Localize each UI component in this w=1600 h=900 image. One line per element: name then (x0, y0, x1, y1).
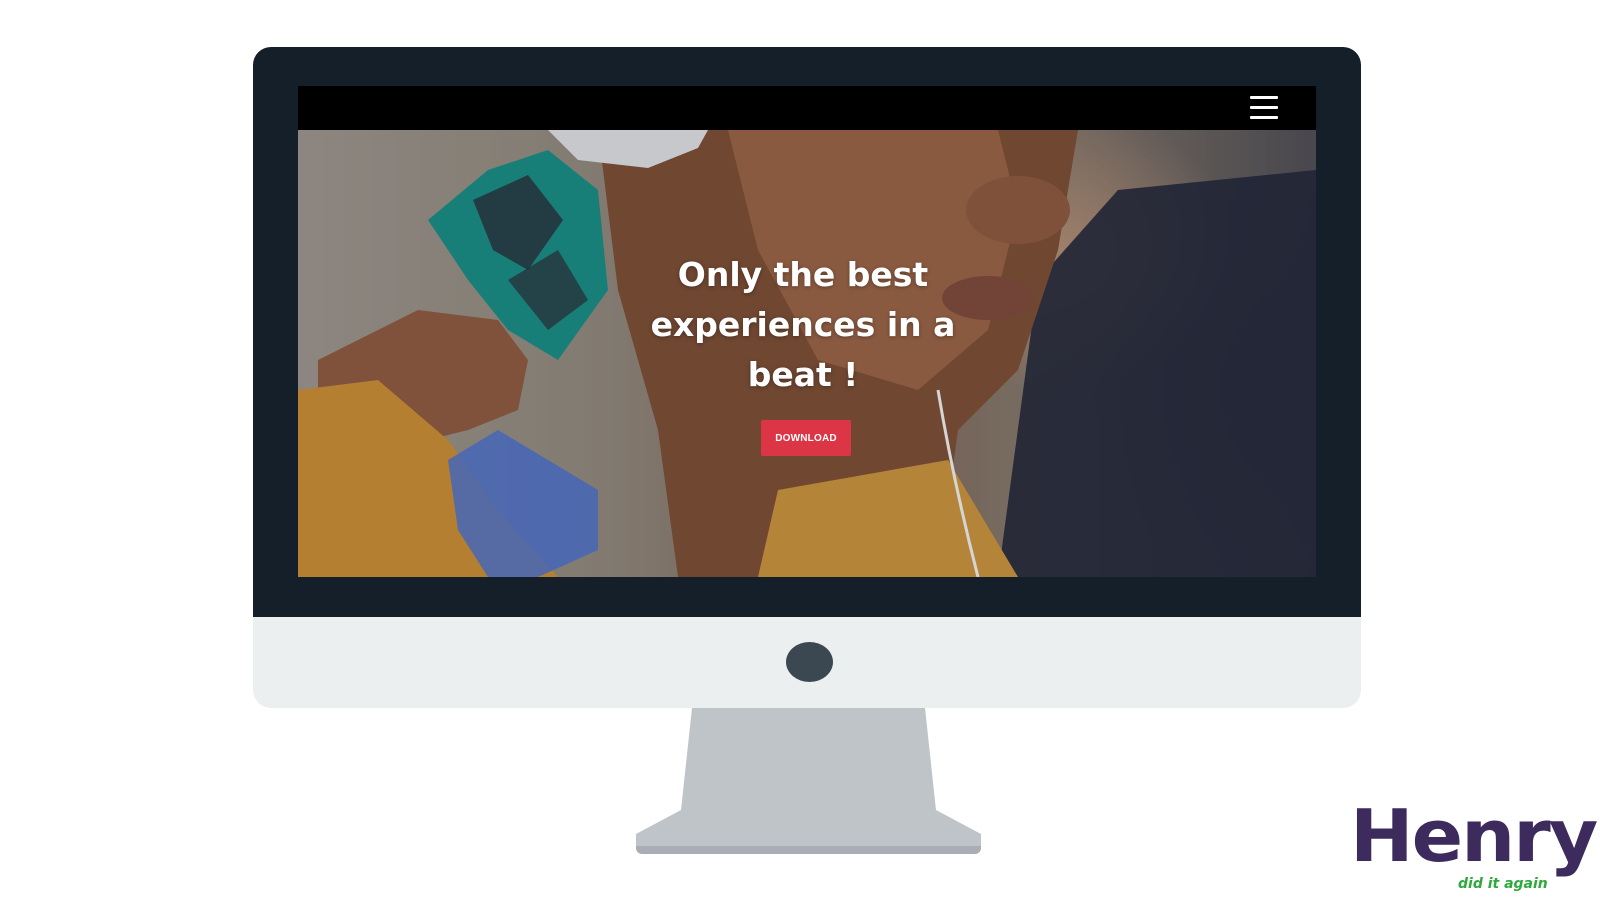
stage: Only the best experiences in a beat ! DO… (0, 0, 1600, 900)
hamburger-menu-icon[interactable] (1250, 96, 1278, 120)
hero-title: Only the best experiences in a beat ! (650, 255, 956, 394)
logo-tagline: did it again (1458, 876, 1548, 892)
monitor-stand-base (636, 846, 981, 854)
logo-wordmark: Henry (1350, 793, 1598, 878)
monitor-screen: Only the best experiences in a beat ! DO… (298, 86, 1316, 577)
monitor-stand (636, 708, 981, 846)
brand-logo: Henry did it again (1350, 800, 1598, 900)
power-button-icon (786, 642, 833, 682)
navbar (298, 86, 1316, 130)
download-button[interactable]: DOWNLOAD (761, 420, 851, 456)
hero-section: Only the best experiences in a beat ! DO… (298, 130, 1316, 577)
